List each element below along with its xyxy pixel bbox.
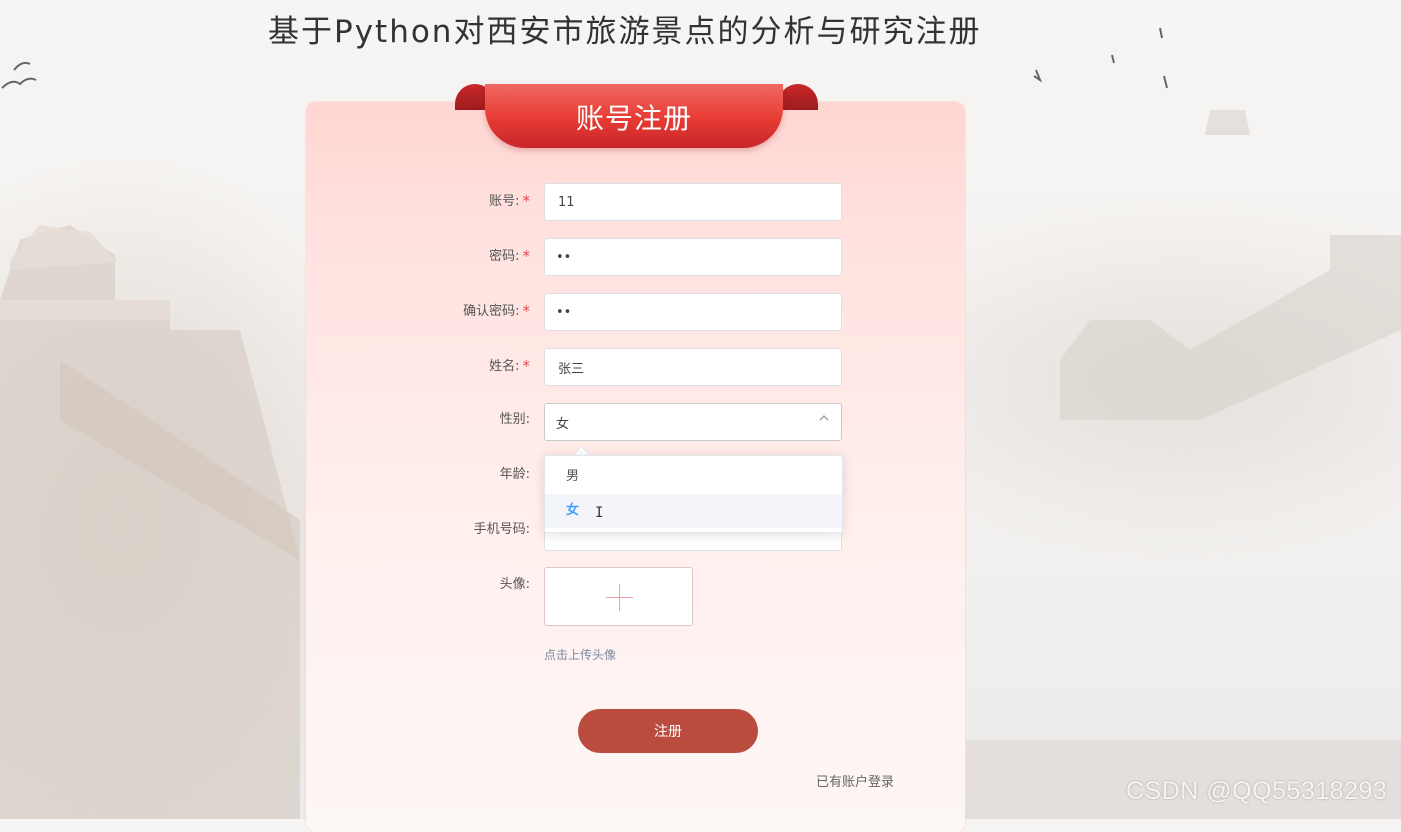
avatar-upload-hint[interactable]: 点击上传头像	[544, 646, 616, 663]
password-label: 密码: *	[489, 247, 531, 265]
account-label: 账号: *	[489, 192, 531, 210]
avatar-label: 头像:	[499, 577, 530, 592]
required-mark: *	[522, 302, 531, 320]
gender-option-female[interactable]: 女	[545, 494, 842, 528]
required-mark: *	[522, 192, 531, 210]
register-button[interactable]: 注册	[578, 709, 758, 753]
required-mark: *	[522, 357, 531, 375]
name-label: 姓名: *	[489, 357, 531, 375]
confirm-password-field[interactable]: ••	[544, 293, 842, 331]
page-title: 基于Python对西安市旅游景点的分析与研究注册	[268, 14, 982, 50]
card-title: 账号注册	[575, 102, 692, 135]
gender-option-male[interactable]: 男	[545, 460, 842, 494]
gender-selected-value: 女	[556, 416, 570, 432]
csdn-watermark: CSDN @QQ55318293	[1126, 777, 1388, 805]
login-link[interactable]: 已有账户登录	[816, 771, 894, 790]
age-label: 年龄:	[499, 467, 530, 482]
name-field[interactable]	[544, 348, 842, 386]
plus-icon-vertical	[619, 584, 620, 611]
confirm-password-label: 确认密码: *	[463, 302, 531, 320]
name-input[interactable]	[556, 358, 830, 376]
chevron-up-icon	[819, 415, 829, 421]
password-field[interactable]: ••	[544, 238, 842, 276]
password-input[interactable]: ••	[556, 250, 571, 265]
avatar-upload[interactable]	[544, 567, 693, 626]
gender-dropdown: 男 女	[544, 455, 843, 533]
gender-label: 性别:	[499, 412, 530, 427]
ribbon-right-tail	[778, 84, 818, 110]
account-field[interactable]	[544, 183, 842, 221]
phone-label: 手机号码:	[473, 522, 530, 537]
confirm-password-input[interactable]: ••	[556, 305, 571, 320]
account-input[interactable]	[556, 193, 830, 211]
text-cursor-icon: I	[595, 505, 604, 521]
card-title-ribbon: 账号注册	[485, 84, 783, 148]
gender-select[interactable]: 女	[544, 403, 842, 441]
required-mark: *	[522, 247, 531, 265]
